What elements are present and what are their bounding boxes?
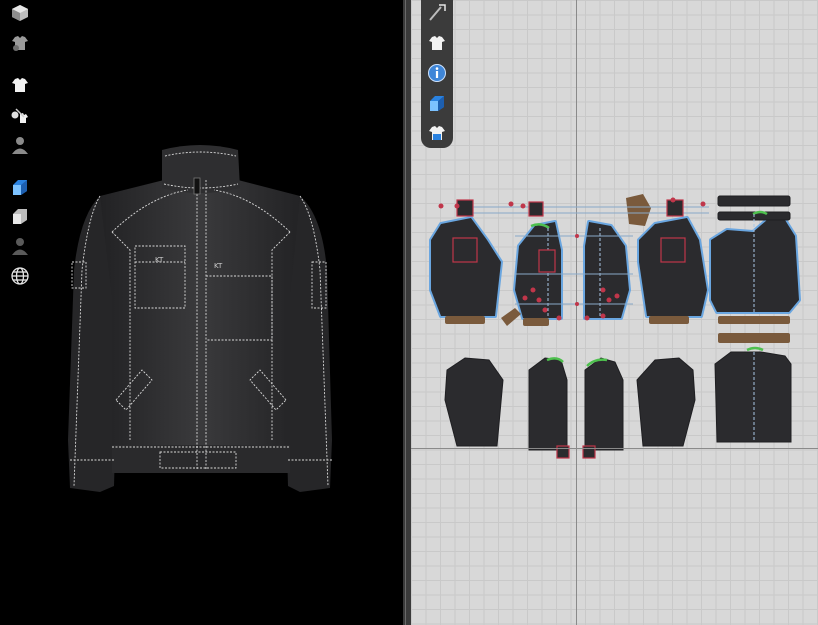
pattern-piece-sleeve-left	[444, 357, 504, 447]
pattern-piece-back-lower	[714, 351, 792, 443]
pattern-piece-side-right	[584, 357, 624, 451]
pattern-piece-sleeve-right	[636, 357, 696, 447]
pattern-piece-back-left	[429, 216, 503, 318]
jacket-3d-render[interactable]: KT KT	[0, 0, 403, 625]
pattern-layout[interactable]	[411, 0, 818, 625]
pattern-piece-side-left	[528, 357, 568, 451]
pattern-piece-collar	[717, 195, 791, 207]
view-splitter[interactable]	[403, 0, 411, 625]
pattern-piece-tab	[626, 194, 651, 226]
chest-label-right: KT	[214, 262, 223, 270]
chest-label-left: KT	[155, 256, 164, 264]
pattern-piece-back	[709, 218, 801, 314]
3d-view-panel[interactable]: KT KT	[0, 0, 403, 625]
2d-pattern-panel[interactable]	[411, 0, 818, 625]
pattern-piece-back-right	[637, 216, 709, 318]
